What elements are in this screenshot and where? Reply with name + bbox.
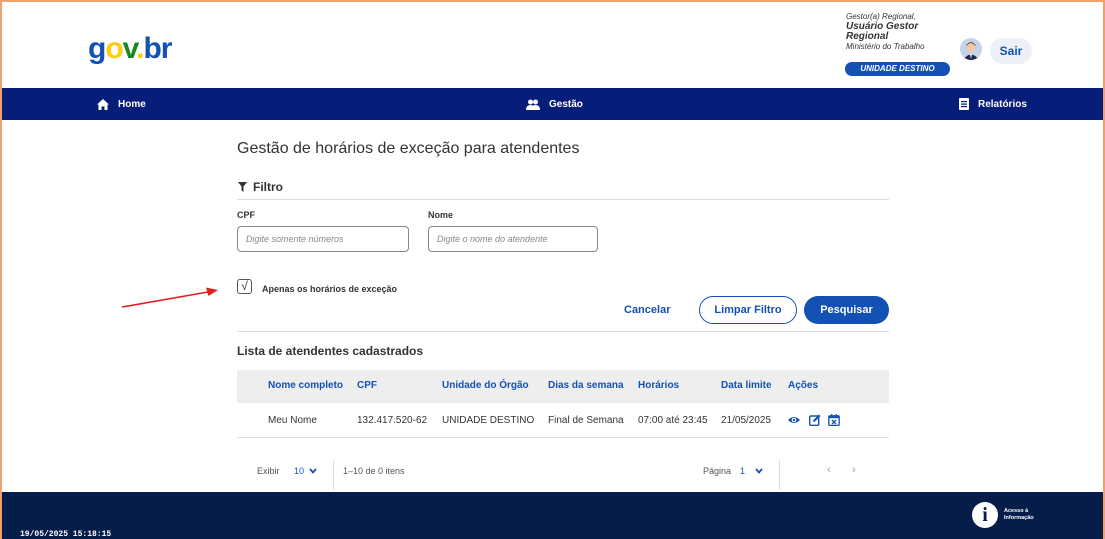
page-frame: gov.br Gestor(a) Regional, Usuário Gesto… <box>0 0 1105 539</box>
cpf-label: CPF <box>237 210 255 220</box>
user-name: Usuário Gestor Regional <box>846 21 919 42</box>
col-header-deadline[interactable]: Data limite <box>721 380 772 391</box>
users-icon <box>526 99 540 110</box>
exception-hours-label: Apenas os horários de exceção <box>262 284 398 294</box>
nav-item-gestao[interactable]: Gestão <box>526 88 583 120</box>
user-info: Gestor(a) Regional, Usuário Gestor Regio… <box>846 12 956 52</box>
clear-filter-button[interactable]: Limpar Filtro <box>699 296 797 324</box>
filter-icon <box>238 182 247 192</box>
col-header-hours[interactable]: Horários <box>638 380 679 391</box>
header: gov.br Gestor(a) Regional, Usuário Gesto… <box>2 2 1103 88</box>
table-header: Nome completo CPF Unidade do Órgão Dias … <box>237 370 889 403</box>
user-avatar-icon <box>960 38 982 60</box>
search-button[interactable]: Pesquisar <box>804 296 889 324</box>
page-size-label: Exibir <box>257 466 280 476</box>
page-select[interactable]: 1 <box>740 466 745 476</box>
col-header-name[interactable]: Nome completo <box>268 380 343 391</box>
pager-separator <box>779 460 780 490</box>
eye-icon[interactable] <box>788 414 800 426</box>
info-text-line2: Informação <box>1004 515 1034 521</box>
next-page-button[interactable]: › <box>852 464 856 476</box>
edit-icon[interactable] <box>809 414 821 426</box>
user-org: Ministério do Trabalho <box>846 42 925 51</box>
timestamp: 19/05/2025 15:18:15 <box>20 530 112 539</box>
cancel-button[interactable]: Cancelar <box>624 300 670 320</box>
govbr-logo[interactable]: gov.br <box>88 32 172 66</box>
filter-divider <box>237 199 889 200</box>
page-size-select[interactable]: 10 <box>294 466 304 476</box>
range-text: 1–10 de 0 itens <box>343 466 405 476</box>
nav-relatorios-label: Relatórios <box>978 98 1027 110</box>
chevron-down-icon[interactable] <box>755 468 763 474</box>
nav-gestao-label: Gestão <box>549 98 583 110</box>
access-to-information-logo[interactable]: i Acesso à Informação <box>972 502 1034 528</box>
table-row: Meu Nome 132.417.520-62 UNIDADE DESTINO … <box>237 403 889 438</box>
cell-name: Meu Nome <box>268 415 317 426</box>
pager-separator <box>333 460 334 490</box>
filter-title: Filtro <box>253 180 283 194</box>
info-text-line1: Acesso à <box>1004 508 1029 514</box>
col-header-unit[interactable]: Unidade do Órgão <box>442 380 529 391</box>
filter-heading: Filtro <box>238 180 283 194</box>
info-icon: i <box>972 502 998 528</box>
home-icon <box>97 98 109 110</box>
cell-days: Final de Semana <box>548 415 624 426</box>
avatar[interactable] <box>960 38 982 60</box>
calendar-x-icon[interactable] <box>828 414 840 426</box>
cell-deadline: 21/05/2025 <box>721 415 772 426</box>
cpf-input[interactable] <box>237 226 409 252</box>
name-input[interactable] <box>428 226 598 252</box>
nav-item-home[interactable]: Home <box>97 88 146 120</box>
cell-cpf: 132.417.520-62 <box>357 415 428 426</box>
pagination: Exibir 10 1–10 de 0 itens Página 1 ‹ › <box>237 452 889 492</box>
unit-badge[interactable]: UNIDADE DESTINO <box>845 62 950 76</box>
list-divider <box>237 331 889 332</box>
page-title: Gestão de horários de exceção para atend… <box>237 140 580 157</box>
exception-hours-checkbox[interactable]: √ <box>237 279 252 294</box>
page-label: Página <box>703 466 732 476</box>
cell-hours: 07:00 até 23:45 <box>638 415 708 426</box>
prev-page-button[interactable]: ‹ <box>827 464 831 476</box>
nav-home-label: Home <box>118 98 146 110</box>
main-nav: Home Gestão Relatórios <box>2 88 1103 120</box>
col-header-actions: Ações <box>788 380 819 391</box>
annotation-arrow <box>121 287 218 308</box>
col-header-cpf[interactable]: CPF <box>357 380 377 391</box>
cell-unit: UNIDADE DESTINO <box>442 415 535 426</box>
footer <box>2 492 1103 539</box>
document-icon <box>959 98 969 110</box>
list-title: Lista de atendentes cadastrados <box>237 344 424 358</box>
name-label: Nome <box>428 210 454 220</box>
nav-item-relatorios[interactable]: Relatórios <box>959 88 1027 120</box>
logout-button[interactable]: Sair <box>990 38 1032 64</box>
chevron-down-icon[interactable] <box>309 468 317 474</box>
col-header-days[interactable]: Dias da semana <box>548 380 624 391</box>
